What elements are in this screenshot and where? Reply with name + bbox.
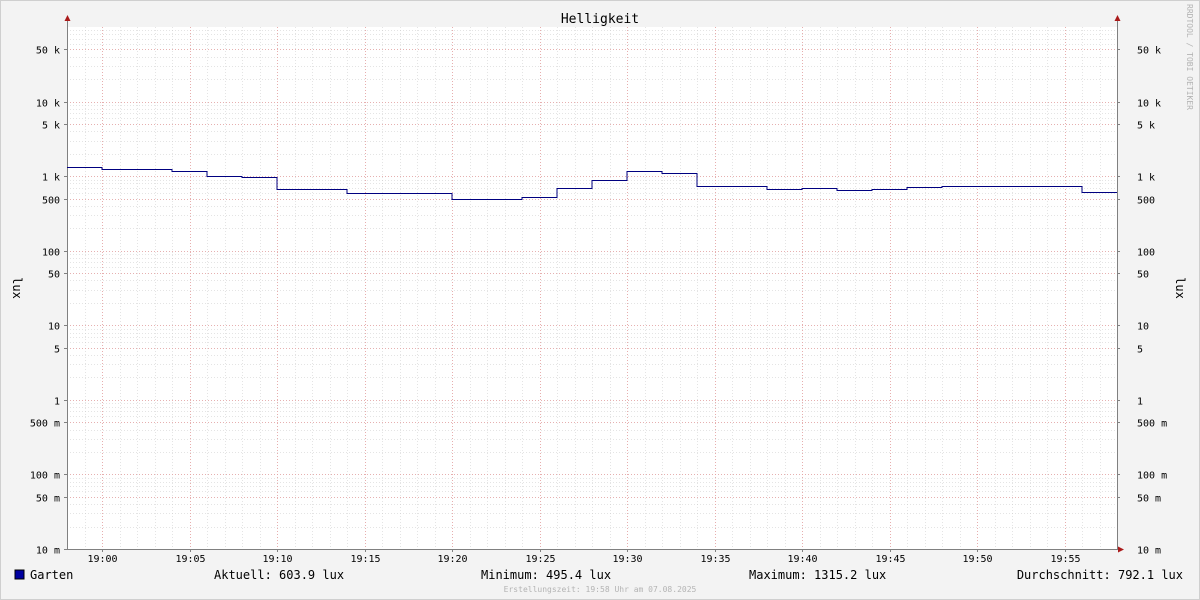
x-tick-label: 19:20 [437,554,467,565]
x-tick-label: 19:10 [262,554,292,565]
legend-maximum: Maximum: 1315.2 lux [749,568,886,582]
y-tick-label-right: 1 [1137,397,1143,408]
y-tick-label-right: 50 m [1137,494,1161,505]
x-tick-label: 19:00 [87,554,117,565]
chart-svg: 19:00 19:05 19:10 19:15 19:20 19:25 19:30 19:35… [0,0,1200,600]
y-tick-label-right: 50 k [1137,46,1161,57]
y-tick-label-left: 500 m [30,419,60,430]
legend-minimum-label: Minimum: [481,568,539,582]
y-tick-label-left: 50 m [36,494,60,505]
legend-durchschnitt-value: 792.1 lux [1118,568,1183,582]
y-tick-label-left: 10 m [36,546,60,557]
y-axis-label-left: lux [10,277,24,299]
y-tick-label-left: 1 k [42,173,60,184]
y-tick-label-left: 1 [54,397,60,408]
legend-durchschnitt: Durchschnitt: 792.1 lux [1017,568,1183,582]
x-tick-label: 19:55 [1050,554,1080,565]
legend-maximum-label: Maximum: [749,568,807,582]
x-tick-label: 19:50 [962,554,992,565]
y-tick-label-right: 500 m [1137,419,1167,430]
y-tick-label-left: 500 [42,196,60,207]
legend-maximum-value: 1315.2 lux [814,568,886,582]
x-tick-label: 19:05 [175,554,205,565]
chart-container: 19:00 19:05 19:10 19:15 19:20 19:25 19:30 19:35… [0,0,1200,600]
y-tick-label-right: 100 m [1137,471,1167,482]
legend-series-name: Garten [30,568,73,582]
y-tick-label-left: 100 m [30,471,60,482]
legend-aktuell: Aktuell: 603.9 lux [214,568,344,582]
x-tick-label: 19:15 [350,554,380,565]
y-tick-label-right: 5 k [1137,121,1155,132]
y-tick-label-right: 10 [1137,322,1149,333]
y-tick-label-left: 10 [48,322,60,333]
y-tick-label-left: 10 k [36,99,60,110]
y-tick-label-right: 1 k [1137,173,1155,184]
y-tick-label-left: 5 [54,345,60,356]
legend-aktuell-label: Aktuell: [214,568,272,582]
y-tick-label-right: 5 [1137,345,1143,356]
y-tick-label-left: 50 k [36,46,60,57]
legend-minimum-value: 495.4 lux [546,568,611,582]
rrdtool-watermark: RRDTOOL / TOBI OETIKER [1185,4,1194,110]
x-tick-label: 19:35 [700,554,730,565]
x-tick-label: 19:40 [787,554,817,565]
y-tick-label-left: 100 [42,248,60,259]
x-tick-label: 19:45 [875,554,905,565]
y-tick-label-right: 500 [1137,196,1155,207]
y-tick-label-left: 50 [48,270,60,281]
legend-aktuell-value: 603.9 lux [279,568,344,582]
y-tick-label-left: 5 k [42,121,60,132]
x-tick-label: 19:30 [612,554,642,565]
legend-minimum: Minimum: 495.4 lux [481,568,611,582]
y-tick-label-right: 10 m [1137,546,1161,557]
y-tick-label-right: 100 [1137,248,1155,259]
y-axis-label-right: lux [1173,277,1187,299]
legend-swatch [14,569,25,580]
y-tick-label-right: 10 k [1137,99,1161,110]
chart-title: Helligkeit [561,12,639,27]
x-tick-label: 19:25 [525,554,555,565]
footer-timestamp: Erstellungszeit: 19:58 Uhr am 07.08.2025 [504,585,697,594]
legend-durchschnitt-label: Durchschnitt: [1017,568,1111,582]
y-tick-label-right: 50 [1137,270,1149,281]
